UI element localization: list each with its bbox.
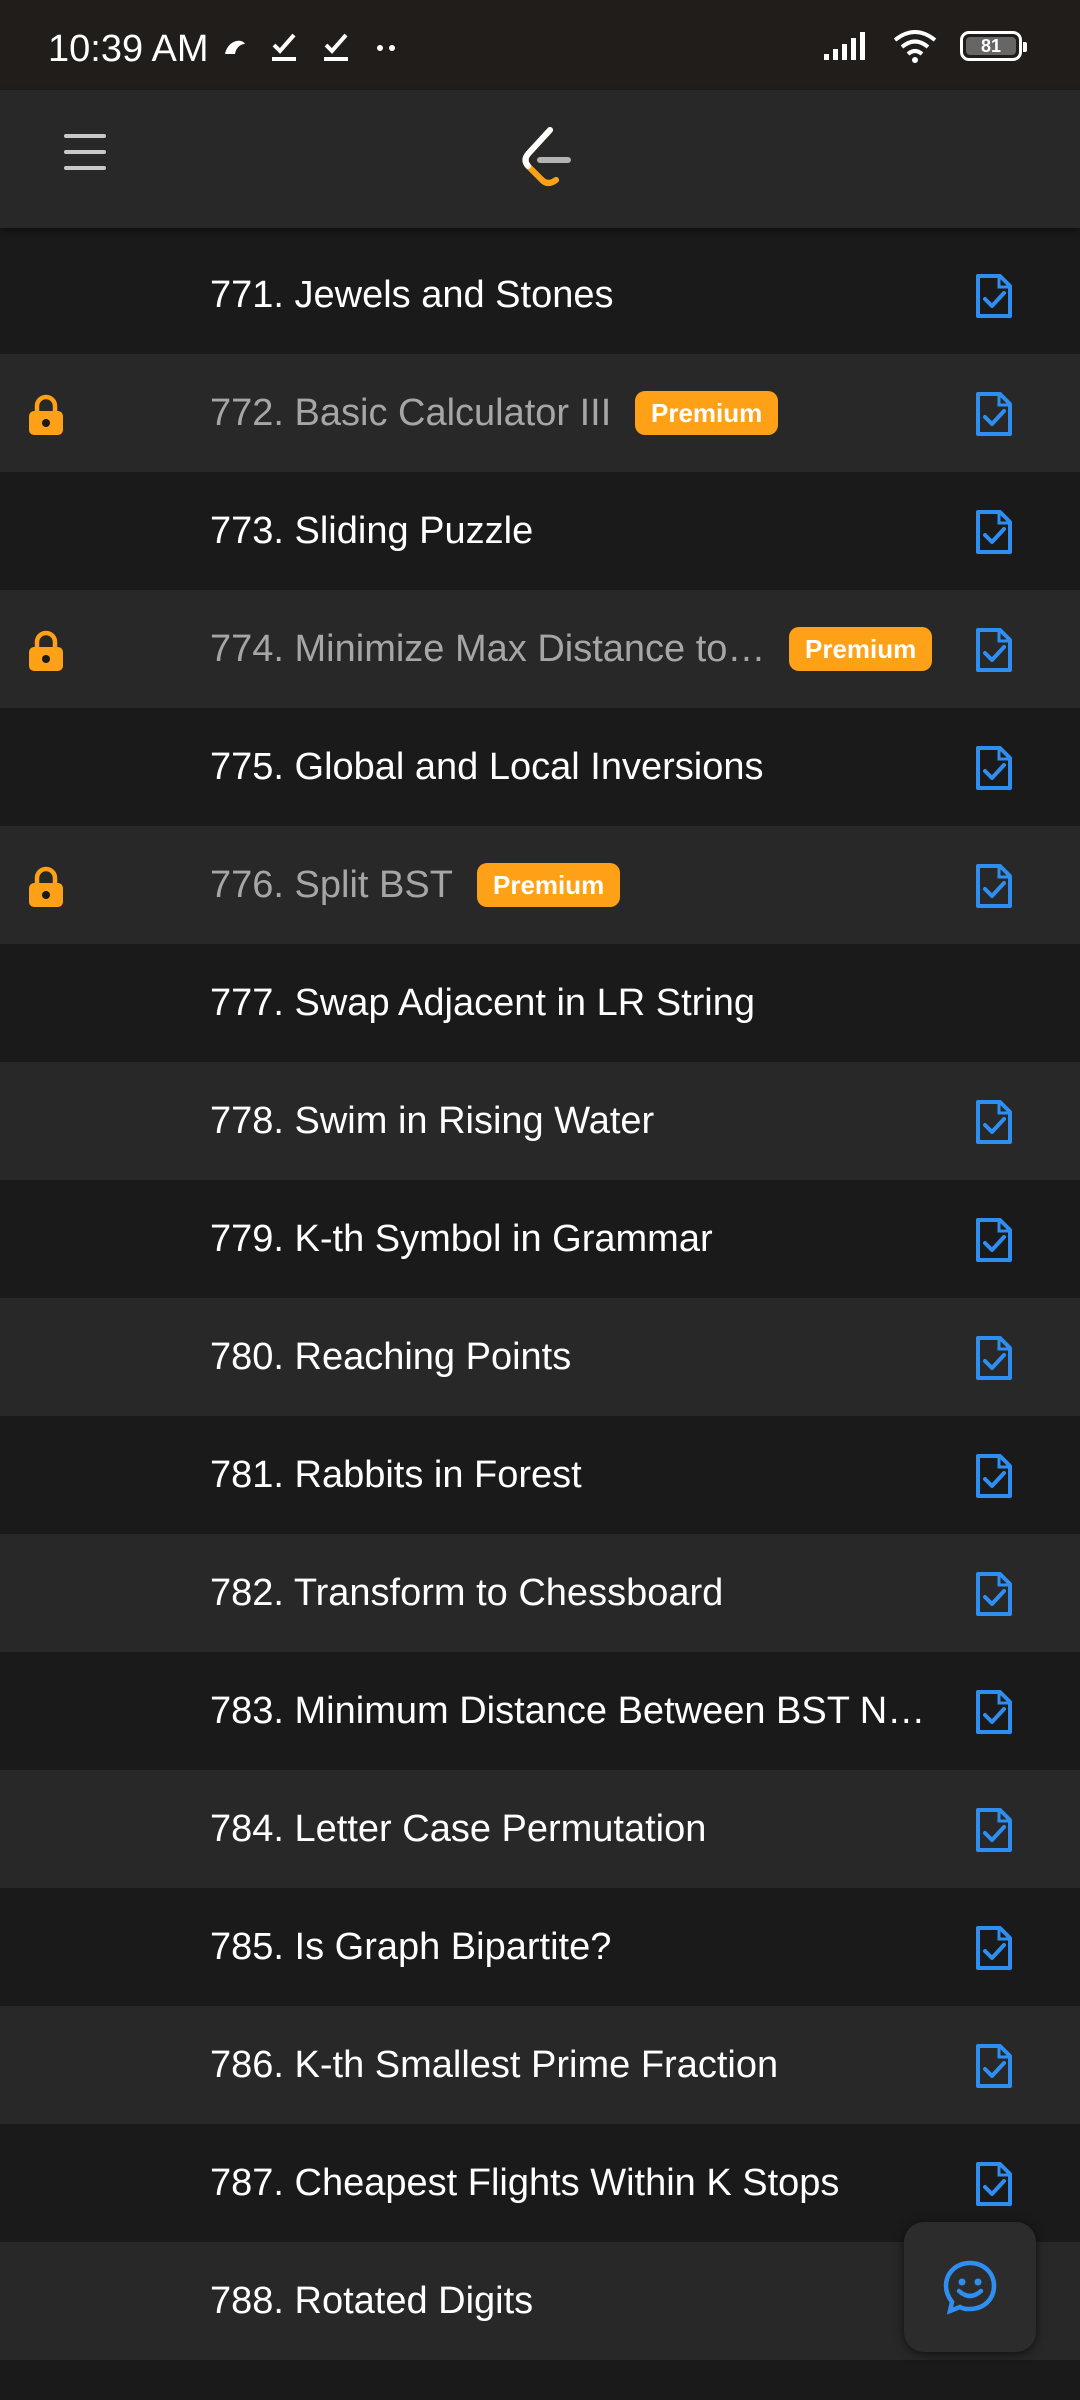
problem-title[interactable]: 777. Swap Adjacent in LR String — [210, 944, 755, 1062]
notification-icons — [220, 30, 402, 64]
lock-icon — [26, 866, 66, 908]
problem-title[interactable]: 786. K-th Smallest Prime Fraction — [210, 2006, 778, 2124]
solution-file-icon[interactable] — [974, 2160, 1014, 2208]
leetcode-logo[interactable] — [516, 126, 576, 190]
solution-file-icon[interactable] — [974, 1806, 1014, 1854]
problem-title[interactable]: 783. Minimum Distance Between BST N… — [210, 1652, 925, 1770]
battery-level: 81 — [980, 35, 1002, 56]
check-icon — [272, 33, 296, 61]
problem-row[interactable]: 771. Jewels and Stones — [0, 236, 1080, 354]
solution-file-icon[interactable] — [974, 1334, 1014, 1382]
solution-file-icon[interactable] — [974, 1216, 1014, 1264]
solution-file-icon[interactable] — [974, 1098, 1014, 1146]
problem-title[interactable]: 771. Jewels and Stones — [210, 236, 614, 354]
premium-badge: Premium — [477, 863, 621, 907]
premium-badge: Premium — [789, 627, 933, 671]
battery-icon: 81 — [960, 31, 1027, 61]
problem-row[interactable]: 785. Is Graph Bipartite? — [0, 1888, 1080, 2006]
lock-icon — [26, 394, 66, 436]
problem-row[interactable]: 774. Minimize Max Distance to… Premium — [0, 590, 1080, 708]
wifi-icon — [893, 30, 937, 63]
problem-row[interactable]: 775. Global and Local Inversions — [0, 708, 1080, 826]
problem-row[interactable]: 772. Basic Calculator III Premium — [0, 354, 1080, 472]
problem-row[interactable]: 777. Swap Adjacent in LR String — [0, 944, 1080, 1062]
problem-row[interactable]: 784. Letter Case Permutation — [0, 1770, 1080, 1888]
solution-file-icon[interactable] — [974, 1688, 1014, 1736]
problem-title[interactable]: 780. Reaching Points — [210, 1298, 571, 1416]
check-icon — [324, 33, 348, 61]
solution-file-icon[interactable] — [974, 1924, 1014, 1972]
problem-title[interactable]: 775. Global and Local Inversions — [210, 708, 763, 826]
solution-file-icon[interactable] — [974, 2042, 1014, 2090]
problem-title[interactable]: 782. Transform to Chessboard — [210, 1534, 723, 1652]
system-icons: 81 — [822, 28, 1027, 64]
premium-badge: Premium — [635, 391, 779, 435]
solution-file-icon[interactable] — [974, 862, 1014, 910]
solution-file-icon[interactable] — [974, 508, 1014, 556]
solution-file-icon[interactable] — [974, 272, 1014, 320]
problem-row[interactable]: 783. Minimum Distance Between BST N… — [0, 1652, 1080, 1770]
problem-row[interactable]: 780. Reaching Points — [0, 1298, 1080, 1416]
problem-title[interactable]: 773. Sliding Puzzle — [210, 472, 533, 590]
chat-button[interactable] — [904, 2222, 1036, 2352]
problem-title[interactable]: 781. Rabbits in Forest — [210, 1416, 582, 1534]
problem-row[interactable]: 782. Transform to Chessboard — [0, 1534, 1080, 1652]
problem-row[interactable]: 773. Sliding Puzzle — [0, 472, 1080, 590]
status-time: 10:39 AM — [48, 28, 209, 70]
solution-file-icon[interactable] — [974, 1570, 1014, 1618]
solution-file-icon[interactable] — [974, 390, 1014, 438]
hamburger-icon[interactable] — [64, 134, 106, 182]
problem-title[interactable]: 784. Letter Case Permutation — [210, 1770, 706, 1888]
problem-list: 771. Jewels and Stones 772. Basic Calcula… — [0, 236, 1080, 2360]
signal-icon — [824, 32, 865, 60]
solution-file-icon[interactable] — [974, 626, 1014, 674]
problem-row[interactable]: 778. Swim in Rising Water — [0, 1062, 1080, 1180]
problem-title[interactable]: 788. Rotated Digits — [210, 2242, 533, 2360]
more-dots-icon — [377, 45, 395, 51]
problem-row[interactable]: 779. K-th Symbol in Grammar — [0, 1180, 1080, 1298]
problem-title[interactable]: 774. Minimize Max Distance to… — [210, 590, 765, 708]
problem-title[interactable]: 776. Split BST — [210, 826, 453, 944]
problem-row[interactable]: 776. Split BST Premium — [0, 826, 1080, 944]
problem-title[interactable]: 778. Swim in Rising Water — [210, 1062, 654, 1180]
solution-file-icon[interactable] — [974, 744, 1014, 792]
lock-icon — [26, 630, 66, 672]
problem-row[interactable]: 781. Rabbits in Forest — [0, 1416, 1080, 1534]
problem-title[interactable]: 787. Cheapest Flights Within K Stops — [210, 2124, 839, 2242]
problem-title[interactable]: 779. K-th Symbol in Grammar — [210, 1180, 713, 1298]
problem-title[interactable]: 772. Basic Calculator III — [210, 354, 611, 472]
problem-row[interactable]: 786. K-th Smallest Prime Fraction — [0, 2006, 1080, 2124]
problem-title[interactable]: 785. Is Graph Bipartite? — [210, 1888, 611, 2006]
app-notification-icon — [225, 40, 245, 54]
status-bar: 10:39 AM 81 — [0, 0, 1080, 90]
solution-file-icon[interactable] — [974, 1452, 1014, 1500]
chat-smiley-icon — [943, 2260, 997, 2315]
app-header — [0, 90, 1080, 228]
